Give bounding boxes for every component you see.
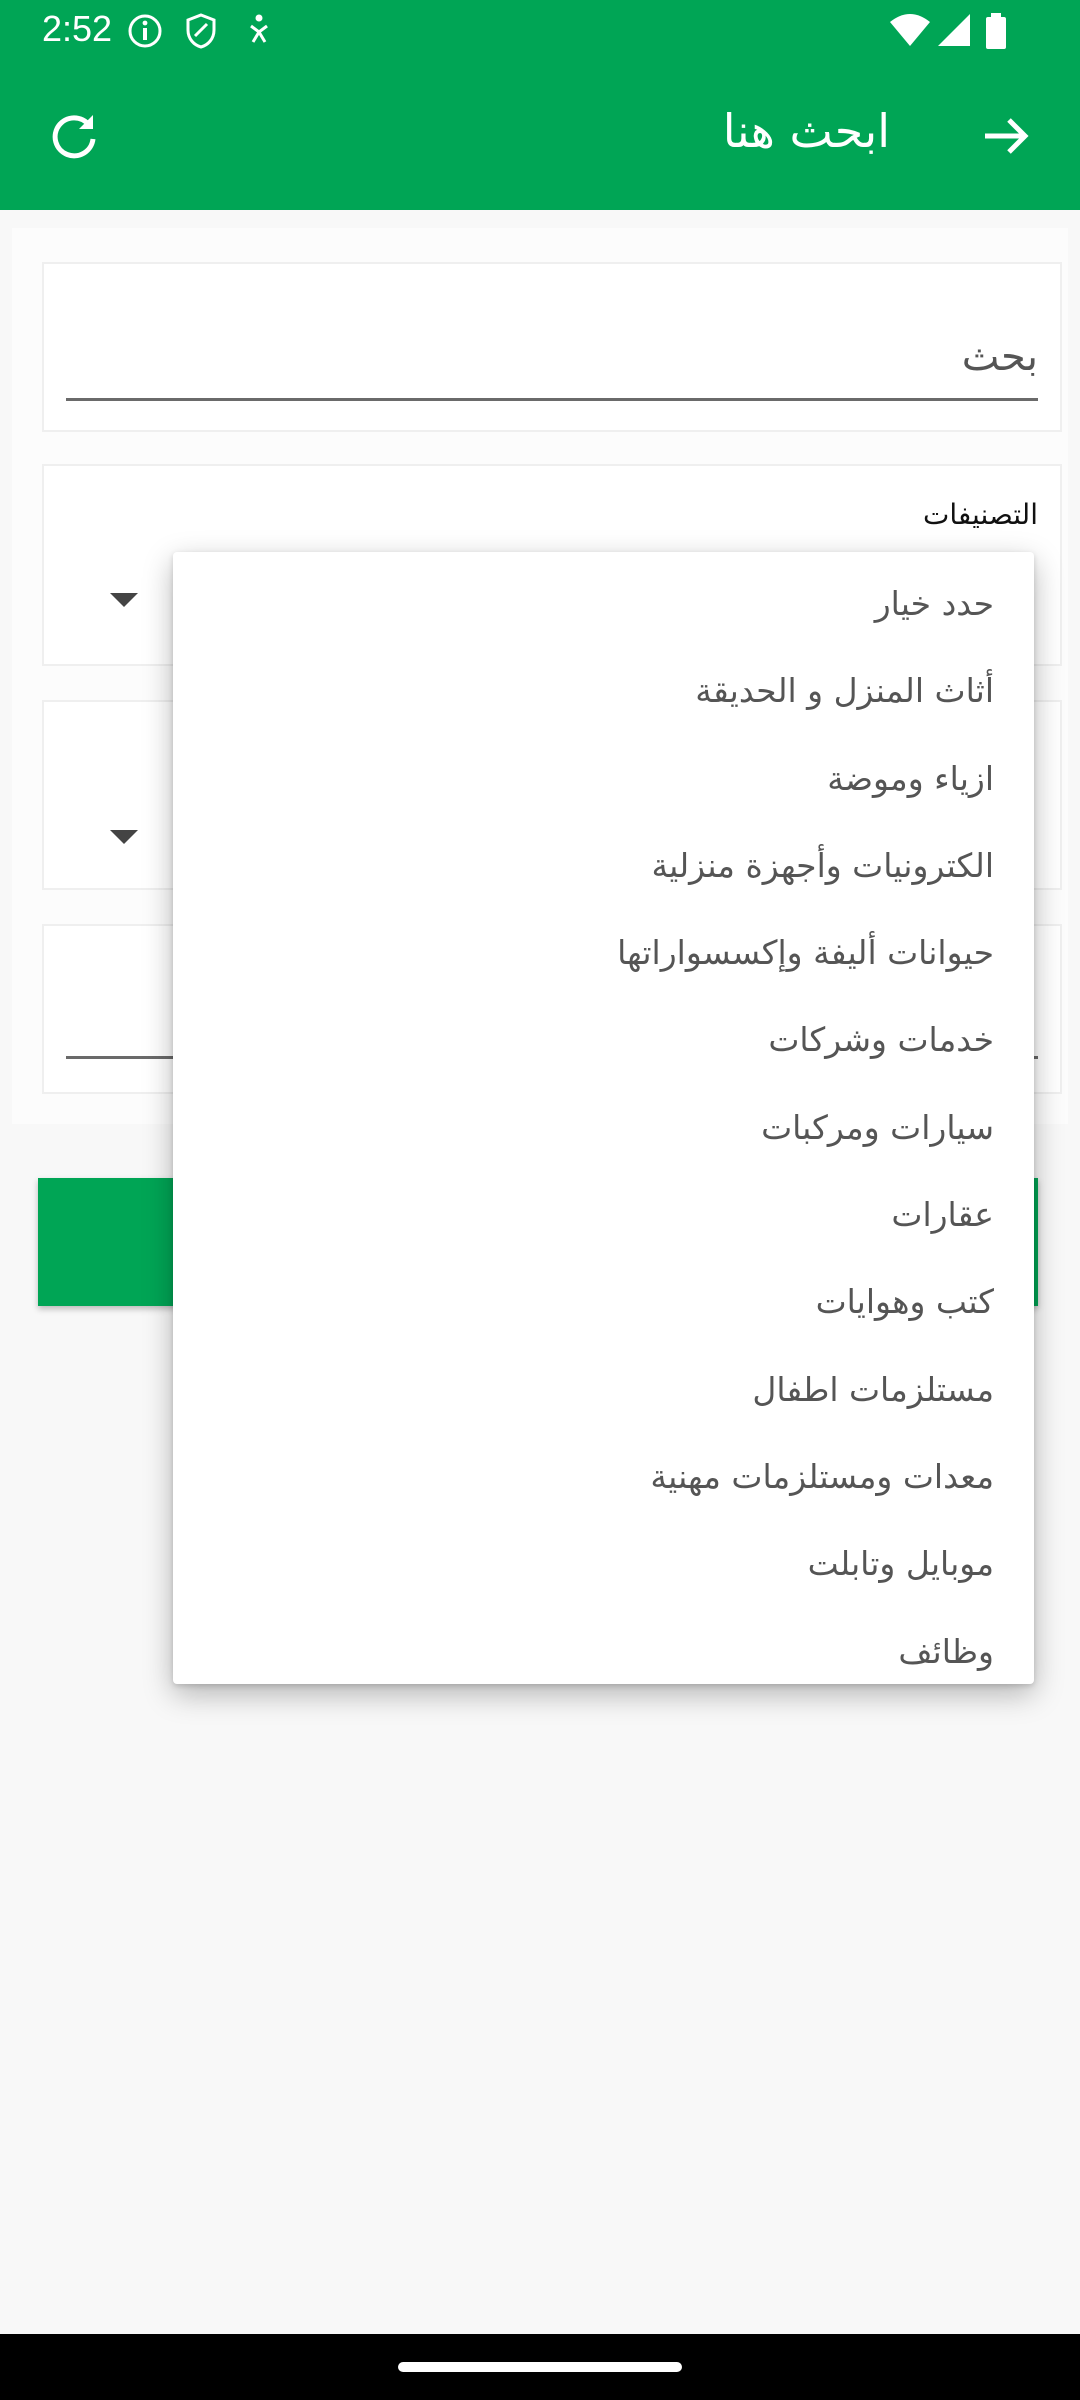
status-time: 2:52 bbox=[42, 8, 113, 49]
refresh-button[interactable] bbox=[38, 100, 110, 172]
home-gesture-handle[interactable] bbox=[398, 2362, 682, 2372]
categories-dropdown: حدد خيار أثاث المنزل و الحديقة ازياء ومو… bbox=[173, 552, 1034, 1684]
search-underline bbox=[66, 398, 1038, 401]
chevron-down-icon[interactable] bbox=[110, 830, 138, 844]
accessibility-icon bbox=[250, 14, 268, 43]
dropdown-item[interactable]: موبايل وتابلت bbox=[173, 1524, 1034, 1611]
wifi-icon bbox=[890, 14, 930, 46]
info-icon bbox=[128, 14, 162, 48]
dropdown-item[interactable]: ازياء وموضة bbox=[173, 739, 1034, 826]
search-input[interactable]: بحث bbox=[962, 334, 1038, 380]
dropdown-item[interactable]: حيوانات أليفة وإكسسواراتها bbox=[173, 913, 1034, 1000]
battery-icon bbox=[986, 13, 1006, 49]
chevron-down-icon[interactable] bbox=[110, 593, 138, 607]
back-button[interactable] bbox=[970, 100, 1042, 172]
dropdown-item[interactable]: خدمات وشركات bbox=[173, 1000, 1034, 1087]
dropdown-item[interactable]: سيارات ومركبات bbox=[173, 1088, 1034, 1175]
dropdown-item[interactable]: عقارات bbox=[173, 1175, 1034, 1262]
dropdown-item[interactable]: أثاث المنزل و الحديقة bbox=[173, 651, 1034, 738]
dropdown-item[interactable]: حدد خيار bbox=[173, 564, 1034, 651]
signal-icon bbox=[938, 14, 970, 46]
page-title: ابحث هنا bbox=[722, 104, 890, 158]
status-bar: 2:52 bbox=[0, 0, 1080, 62]
app-bar: 2:52 ابحث هنا bbox=[0, 0, 1080, 210]
dropdown-item[interactable]: كتب وهوايات bbox=[173, 1262, 1034, 1349]
categories-label: التصنيفات bbox=[923, 498, 1038, 531]
dropdown-item[interactable]: مستلزمات اطفال bbox=[173, 1350, 1034, 1437]
shield-icon bbox=[186, 13, 216, 49]
dropdown-item[interactable]: معدات ومستلزمات مهنية bbox=[173, 1437, 1034, 1524]
dropdown-item[interactable]: الكترونيات وأجهزة منزلية bbox=[173, 826, 1034, 913]
refresh-icon bbox=[52, 115, 96, 159]
dropdown-item[interactable]: وظائف bbox=[173, 1612, 1034, 1699]
search-field[interactable]: بحث bbox=[42, 262, 1062, 432]
system-nav-bar bbox=[0, 2334, 1080, 2400]
arrow-right-icon bbox=[985, 118, 1029, 154]
